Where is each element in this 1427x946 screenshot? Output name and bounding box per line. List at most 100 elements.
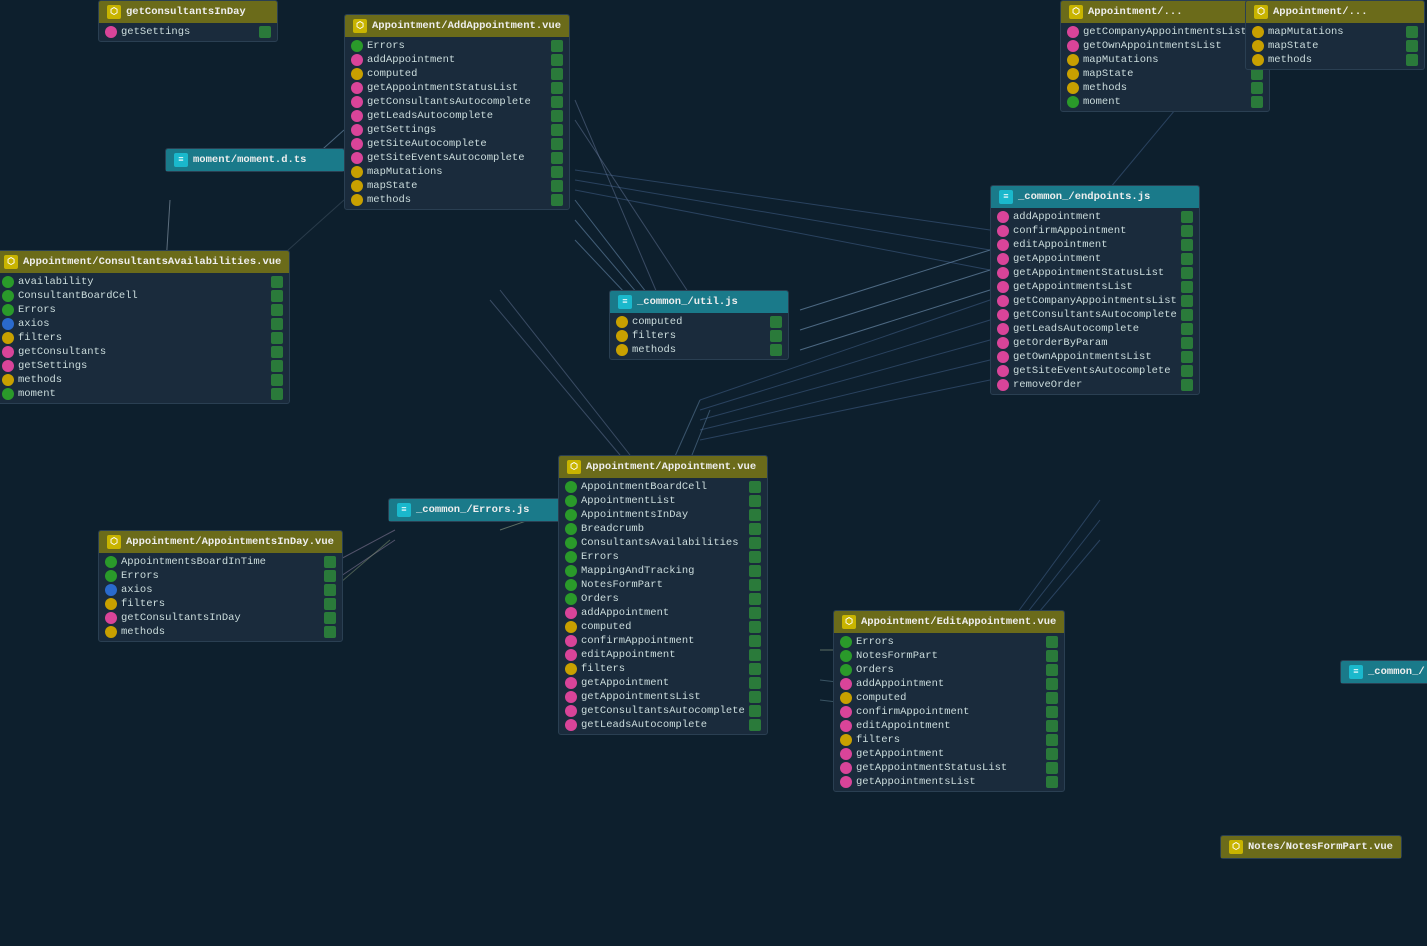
node-top_left_partial[interactable]: ⬡getConsultantsInDay getSettings	[98, 0, 278, 42]
node-body-top_left_partial: getSettings	[99, 23, 277, 41]
node-edit_appointment[interactable]: ⬡Appointment/EditAppointment.vueErrorsNo…	[833, 610, 1065, 792]
node-icon-top_right_2: ⬡	[1254, 5, 1268, 19]
row-label: getAppointmentStatusList	[856, 762, 1007, 774]
node-top_right_2[interactable]: ⬡Appointment/...mapMutationsmapStatemeth…	[1245, 0, 1425, 70]
table-row: getOwnAppointmentsList	[1061, 39, 1269, 53]
table-row: getAppointment	[834, 747, 1064, 761]
table-row: Errors	[0, 303, 289, 317]
row-type-icon	[565, 523, 577, 535]
row-label: ConsultantsAvailabilities	[581, 537, 739, 549]
node-common_endpoints[interactable]: ≡_common_/endpoints.jsaddAppointmentconf…	[990, 185, 1200, 395]
row-type-icon	[1067, 40, 1079, 52]
node-add_appointment[interactable]: ⬡Appointment/AddAppointment.vueErrorsadd…	[344, 14, 570, 210]
row-type-icon	[840, 720, 852, 732]
row-badge	[271, 346, 283, 358]
row-badge	[1251, 82, 1263, 94]
row-badge	[551, 180, 563, 192]
row-badge	[271, 304, 283, 316]
node-header-appointment_vue: ⬡Appointment/Appointment.vue	[559, 456, 767, 478]
row-label: mapState	[1083, 68, 1133, 80]
node-notes_formpart[interactable]: ⬡Notes/NotesFormPart.vue	[1220, 835, 1402, 859]
row-badge	[749, 537, 761, 549]
row-label: addAppointment	[1013, 211, 1101, 223]
row-type-icon	[1067, 96, 1079, 108]
table-row: mapMutations	[345, 165, 569, 179]
row-label: editAppointment	[1013, 239, 1108, 251]
row-label: getSettings	[121, 26, 190, 38]
row-badge	[1251, 96, 1263, 108]
table-row: getAppointmentStatusList	[345, 81, 569, 95]
row-badge	[1181, 323, 1193, 335]
node-body-common_util: computedfiltersmethods	[610, 313, 788, 359]
row-badge	[324, 626, 336, 638]
node-icon-common_util: ≡	[618, 295, 632, 309]
row-label: getLeadsAutocomplete	[581, 719, 707, 731]
row-label: getAppointmentsList	[856, 776, 976, 788]
row-label: methods	[632, 344, 676, 356]
row-badge	[551, 40, 563, 52]
row-badge	[770, 330, 782, 342]
node-appointments_inday[interactable]: ⬡Appointment/AppointmentsInDay.vueAppoin…	[98, 530, 343, 642]
row-type-icon	[997, 351, 1009, 363]
node-body-add_appointment: ErrorsaddAppointmentcomputedgetAppointme…	[345, 37, 569, 209]
node-title-add_appointment: Appointment/AddAppointment.vue	[372, 20, 561, 32]
row-type-icon	[105, 556, 117, 568]
row-label: confirmAppointment	[856, 706, 969, 718]
node-header-common_util: ≡_common_/util.js	[610, 291, 788, 313]
table-row: AppointmentList	[559, 494, 767, 508]
table-row: getAppointmentStatusList	[834, 761, 1064, 775]
node-header-top_left_partial: ⬡getConsultantsInDay	[99, 1, 277, 23]
row-badge	[1046, 664, 1058, 676]
node-title-moment_d: moment/moment.d.ts	[193, 154, 306, 166]
row-type-icon	[565, 593, 577, 605]
table-row: confirmAppointment	[559, 634, 767, 648]
row-type-icon	[2, 276, 14, 288]
row-badge	[551, 166, 563, 178]
row-type-icon	[616, 316, 628, 328]
table-row: getConsultants	[0, 345, 289, 359]
row-label: computed	[632, 316, 682, 328]
row-label: axios	[18, 318, 50, 330]
table-row: methods	[1061, 81, 1269, 95]
row-badge	[1181, 253, 1193, 265]
node-common_util[interactable]: ≡_common_/util.jscomputedfiltersmethods	[609, 290, 789, 360]
node-common_errors[interactable]: ≡_common_/Errors.js	[388, 498, 568, 522]
row-type-icon	[351, 110, 363, 122]
row-badge	[259, 26, 271, 38]
row-type-icon	[565, 621, 577, 633]
table-row: getConsultantsAutocomplete	[559, 704, 767, 718]
row-badge	[749, 705, 761, 717]
node-moment_d[interactable]: ≡ moment/moment.d.ts	[165, 148, 345, 172]
row-badge	[271, 332, 283, 344]
row-type-icon	[1252, 40, 1264, 52]
table-row: getAppointmentStatusList	[991, 266, 1199, 280]
node-top_right_partial[interactable]: ≡_common_/...	[1340, 660, 1427, 684]
node-appointment_vue[interactable]: ⬡Appointment/Appointment.vueAppointmentB…	[558, 455, 768, 735]
node-top_right_1[interactable]: ⬡ Appointment/... getCompanyAppointmentsLi…	[1060, 0, 1270, 112]
node-icon-top_left_partial: ⬡	[107, 5, 121, 19]
node-icon-moment_d: ≡	[174, 153, 188, 167]
node-title-common_endpoints: _common_/endpoints.js	[1018, 191, 1150, 203]
row-badge	[1046, 650, 1058, 662]
row-type-icon	[565, 495, 577, 507]
row-badge	[551, 110, 563, 122]
row-type-icon	[565, 635, 577, 647]
table-row: getLeadsAutocomplete	[345, 109, 569, 123]
row-type-icon	[565, 607, 577, 619]
row-badge	[749, 663, 761, 675]
row-type-icon	[565, 663, 577, 675]
row-label: mapMutations	[367, 166, 443, 178]
node-consultants_avail[interactable]: ⬡Appointment/ConsultantsAvailabilities.v…	[0, 250, 290, 404]
node-body-top_right_1: getCompanyAppointmentsListgetOwnAppointm…	[1061, 23, 1269, 111]
row-label: moment	[18, 388, 56, 400]
row-badge	[551, 152, 563, 164]
row-badge	[749, 509, 761, 521]
node-body-edit_appointment: ErrorsNotesFormPartOrdersaddAppointmentc…	[834, 633, 1064, 791]
row-type-icon	[2, 360, 14, 372]
row-type-icon	[351, 54, 363, 66]
row-label: editAppointment	[581, 649, 676, 661]
row-type-icon	[565, 537, 577, 549]
node-header-top_right_2: ⬡Appointment/...	[1246, 1, 1424, 23]
node-title-top_right_1: Appointment/...	[1088, 6, 1183, 18]
row-label: Errors	[581, 551, 619, 563]
